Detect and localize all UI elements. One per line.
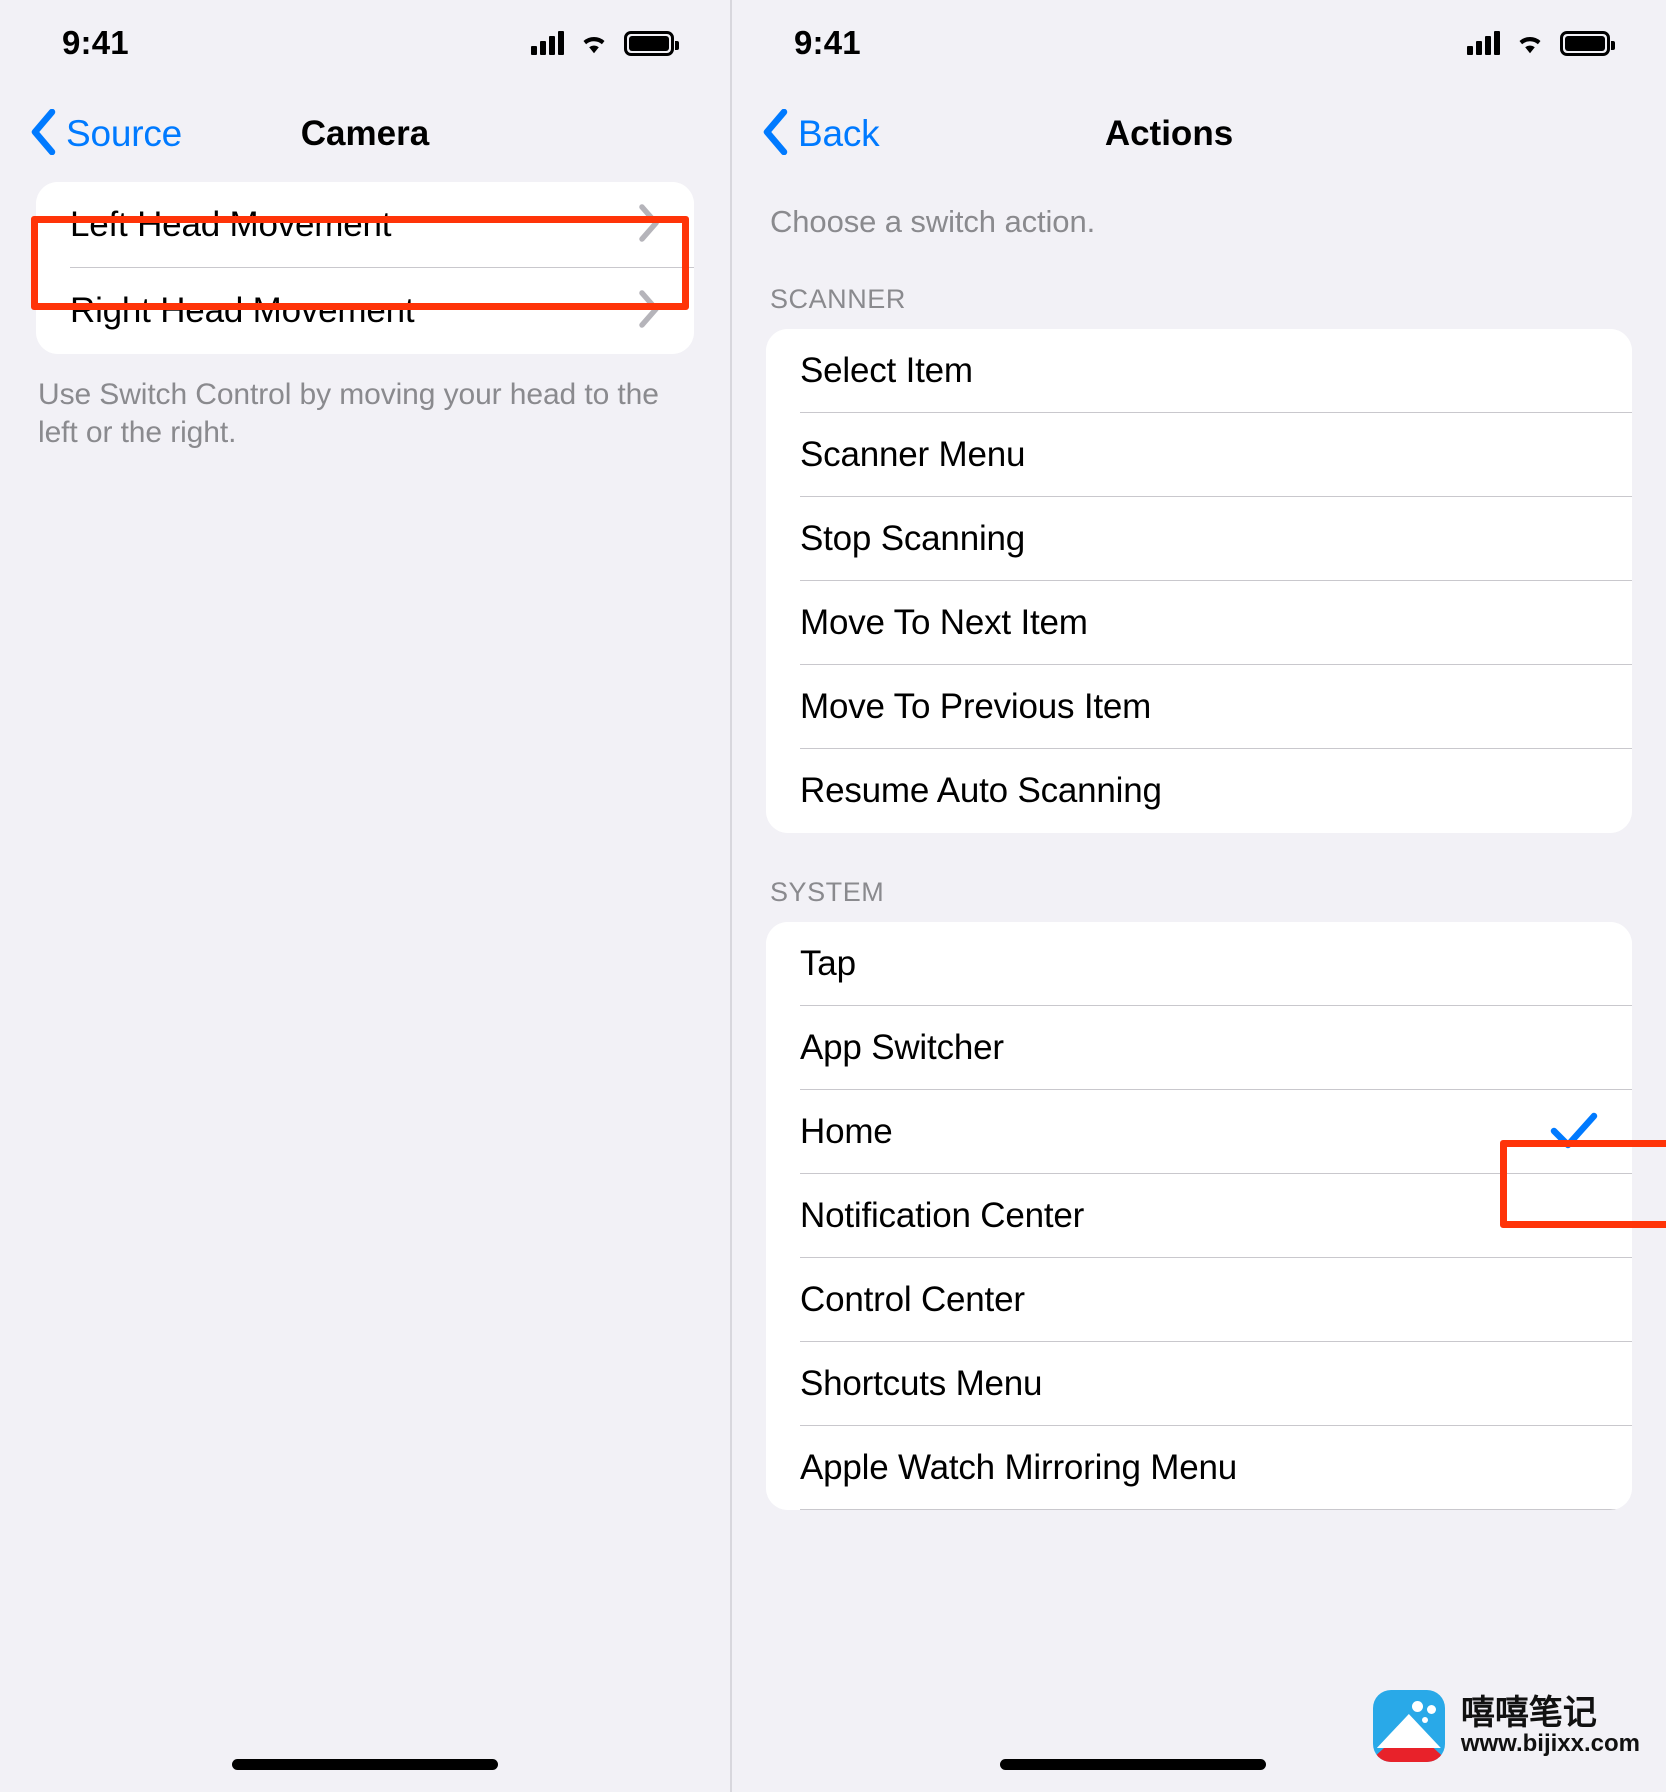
section-header-system: SYSTEM [770, 877, 885, 907]
row-separator [800, 1508, 1632, 1510]
section-header-scanner: SCANNER [770, 284, 906, 314]
row-notification-center[interactable]: Notification Center [766, 1174, 1632, 1258]
chevron-left-icon [762, 108, 788, 160]
row-label: Move To Previous Item [800, 687, 1152, 726]
back-button-label: Source [66, 113, 183, 154]
status-time: 9:41 [62, 24, 129, 61]
nav-bar-left: Source Camera [0, 86, 730, 182]
row-tap[interactable]: Tap [766, 922, 1632, 1006]
cellular-bars-icon [1467, 31, 1500, 55]
home-indicator [232, 1759, 498, 1770]
row-label: Right Head Movement [70, 291, 415, 330]
row-label: Home [800, 1112, 893, 1151]
home-indicator [1000, 1759, 1266, 1770]
row-stop-scanning[interactable]: Stop Scanning [766, 497, 1632, 581]
camera-source-group: Left Head Movement Right Head Movement [36, 182, 694, 354]
row-label: Control Center [800, 1280, 1025, 1319]
screenshot-pair: 9:41 Source Camera Left Head Movement Ri… [0, 0, 1666, 1792]
status-time: 9:41 [794, 24, 861, 61]
wifi-icon [1514, 31, 1546, 55]
status-icons [1467, 30, 1615, 56]
content-right: Choose a switch action. SCANNER Select I… [732, 204, 1666, 1510]
chevron-right-icon [638, 203, 660, 247]
status-bar-right: 9:41 [732, 0, 1666, 86]
row-control-center[interactable]: Control Center [766, 1258, 1632, 1342]
row-label: Tap [800, 944, 856, 983]
system-group: Tap App Switcher Home Notification Cente… [766, 922, 1632, 1510]
row-apple-watch-mirroring-menu[interactable]: Apple Watch Mirroring Menu [766, 1426, 1632, 1510]
checkmark-icon [1550, 1111, 1598, 1154]
cellular-bars-icon [531, 31, 564, 55]
battery-full-icon [624, 30, 679, 56]
battery-full-icon [1560, 30, 1615, 56]
back-button-actions[interactable]: Back [732, 108, 880, 160]
chevron-left-icon [30, 108, 56, 160]
row-label: Scanner Menu [800, 435, 1026, 474]
row-select-item[interactable]: Select Item [766, 329, 1632, 413]
status-bar-left: 9:41 [0, 0, 730, 86]
row-label: Stop Scanning [800, 519, 1026, 558]
actions-intro-text: Choose a switch action. [770, 204, 1096, 239]
row-label: Apple Watch Mirroring Menu [800, 1448, 1237, 1487]
mountain-logo-icon [1372, 1690, 1445, 1762]
row-right-head-movement[interactable]: Right Head Movement [36, 268, 694, 354]
row-label: Notification Center [800, 1196, 1085, 1235]
row-home[interactable]: Home [766, 1090, 1632, 1174]
chevron-right-icon [638, 289, 660, 333]
row-label: App Switcher [800, 1028, 1004, 1067]
scanner-group: Select Item Scanner Menu Stop Scanning M… [766, 329, 1632, 833]
row-shortcuts-menu[interactable]: Shortcuts Menu [766, 1342, 1632, 1426]
row-label: Left Head Movement [70, 205, 392, 244]
left-screen: 9:41 Source Camera Left Head Movement Ri… [0, 0, 730, 1792]
watermark: 嘻嘻笔记 www.bijixx.com [1372, 1690, 1640, 1762]
right-screen: 9:41 Back Actions Choose a switch action… [730, 0, 1666, 1792]
status-icons [531, 30, 679, 56]
nav-bar-right: Back Actions [732, 86, 1666, 182]
row-app-switcher[interactable]: App Switcher [766, 1006, 1632, 1090]
row-label: Select Item [800, 351, 973, 390]
row-label: Move To Next Item [800, 603, 1088, 642]
back-button-source[interactable]: Source [0, 108, 183, 160]
row-label: Resume Auto Scanning [800, 771, 1162, 810]
row-left-head-movement[interactable]: Left Head Movement [36, 182, 694, 268]
wifi-icon [578, 31, 610, 55]
back-button-label: Back [798, 113, 880, 154]
row-label: Shortcuts Menu [800, 1364, 1043, 1403]
row-scanner-menu[interactable]: Scanner Menu [766, 413, 1632, 497]
row-move-to-next-item[interactable]: Move To Next Item [766, 581, 1632, 665]
content-left: Left Head Movement Right Head Movement U… [0, 182, 730, 452]
row-move-to-previous-item[interactable]: Move To Previous Item [766, 665, 1632, 749]
row-resume-auto-scanning[interactable]: Resume Auto Scanning [766, 749, 1632, 833]
watermark-url: www.bijixx.com [1460, 1730, 1640, 1757]
watermark-brand: 嘻嘻笔记 [1460, 1693, 1597, 1733]
camera-footnote: Use Switch Control by moving your head t… [38, 378, 659, 449]
watermark-text: 嘻嘻笔记 www.bijixx.com [1461, 1696, 1640, 1756]
